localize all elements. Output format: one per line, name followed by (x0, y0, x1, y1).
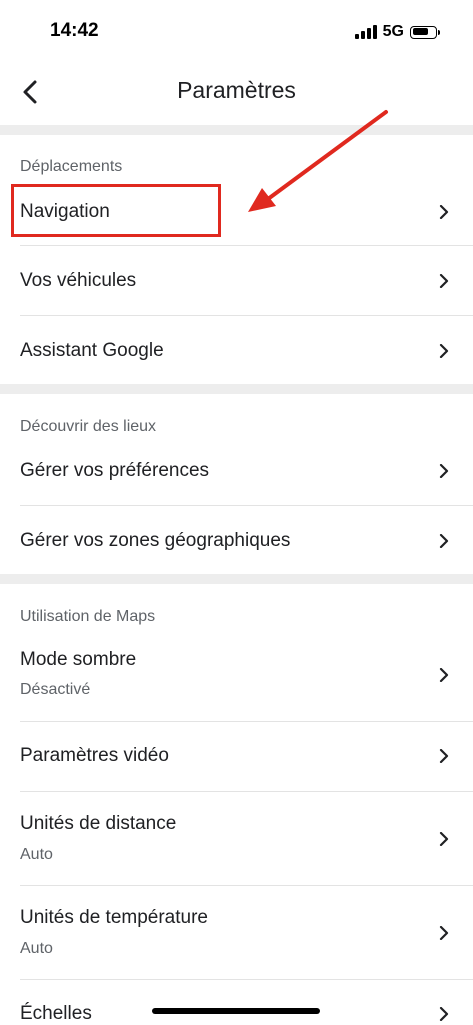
settings-item-label: Unités de température (20, 907, 208, 928)
status-bar: 14:42 5G (0, 0, 473, 64)
section-title-deplacements: Déplacements (20, 158, 123, 175)
battery-fill (412, 28, 429, 35)
settings-item-value: Auto (20, 846, 53, 863)
section-separator (0, 125, 473, 135)
chevron-right-icon (439, 926, 449, 940)
home-indicator (152, 1008, 320, 1014)
section-separator (0, 384, 473, 394)
chevron-right-icon (439, 749, 449, 763)
page-title: Paramètres (177, 77, 296, 103)
app-bar: Paramètres (0, 64, 473, 126)
settings-item-vehicules[interactable]: Vos véhicules (0, 246, 473, 316)
chevron-right-icon (439, 1007, 449, 1021)
settings-item-distance[interactable]: Unités de distance Auto (0, 792, 473, 886)
settings-item-mode-sombre[interactable]: Mode sombre Désactivé (0, 630, 473, 722)
settings-item-echelles[interactable]: Échelles (0, 980, 473, 1024)
settings-item-preferences[interactable]: Gérer vos préférences (0, 437, 473, 506)
battery-icon (410, 25, 440, 39)
settings-item-label: Unités de distance (20, 813, 177, 834)
settings-item-label: Mode sombre (20, 649, 137, 670)
settings-item-label: Paramètres vidéo (20, 745, 169, 766)
status-icons: 5G (354, 22, 440, 42)
settings-item-label: Assistant Google (20, 340, 164, 361)
chevron-right-icon (439, 274, 449, 288)
settings-item-label: Échelles (20, 1003, 92, 1024)
section-separator (0, 574, 473, 584)
settings-item-zones[interactable]: Gérer vos zones géographiques (0, 506, 473, 574)
chevron-right-icon (439, 344, 449, 358)
signal-icon (354, 25, 377, 39)
section-title-decouvrir: Découvrir des lieux (20, 418, 157, 435)
settings-item-temperature[interactable]: Unités de température Auto (0, 886, 473, 980)
settings-item-value: Désactivé (20, 681, 91, 698)
chevron-right-icon (439, 534, 449, 548)
settings-item-label: Gérer vos préférences (20, 460, 210, 481)
settings-item-value: Auto (20, 940, 53, 957)
status-time: 14:42 (50, 20, 99, 41)
section-title-utilisation: Utilisation de Maps (20, 608, 156, 625)
settings-item-assistant-google[interactable]: Assistant Google (0, 316, 473, 384)
chevron-right-icon (439, 464, 449, 478)
chevron-right-icon (439, 832, 449, 846)
settings-item-label: Vos véhicules (20, 270, 137, 291)
chevron-right-icon (439, 668, 449, 682)
chevron-right-icon (439, 205, 449, 219)
network-type: 5G (382, 23, 404, 40)
highlight-box (11, 184, 221, 237)
settings-item-video[interactable]: Paramètres vidéo (0, 722, 473, 792)
settings-item-label: Gérer vos zones géographiques (20, 530, 291, 551)
